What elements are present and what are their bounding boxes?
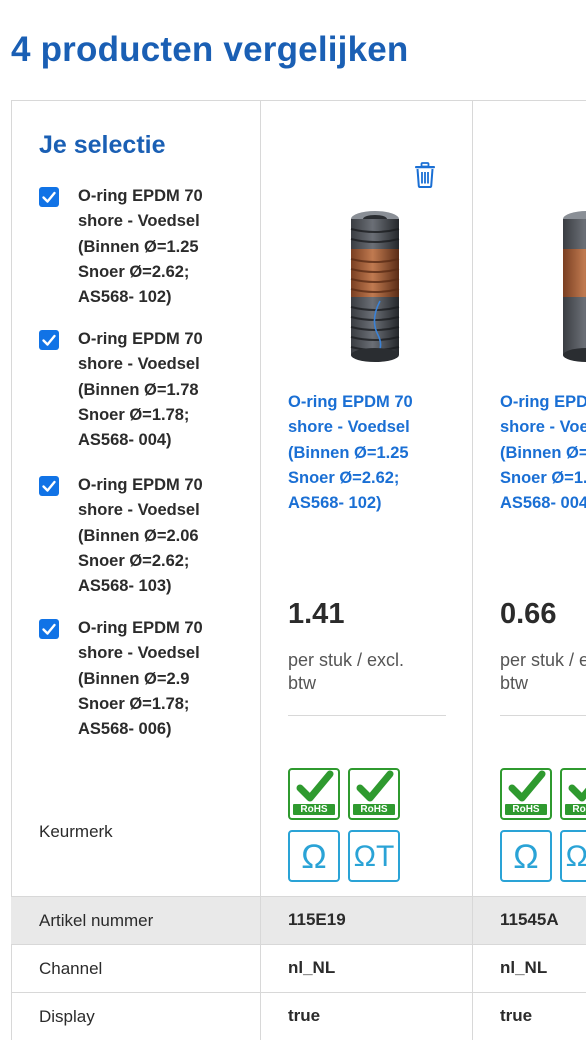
price-unit: per stuk / excl. btw xyxy=(288,650,405,693)
selection-item-label: O-ring EPDM 70 shore - Voedsel (Binnen Ø… xyxy=(78,187,203,307)
product-image[interactable] xyxy=(330,205,420,365)
ohm-ot-icon: ΩT xyxy=(560,830,586,882)
channel-value: nl_NL xyxy=(288,958,336,977)
display-value: true xyxy=(500,1006,533,1025)
selection-item-label: O-ring EPDM 70 shore - Voedsel (Binnen Ø… xyxy=(78,476,203,596)
selection-item-label: O-ring EPDM 70 shore - Voedsel (Binnen Ø… xyxy=(78,330,203,450)
selection-checkbox[interactable] xyxy=(39,619,59,639)
selection-title: Je selectie xyxy=(39,131,166,159)
selection-checkbox[interactable] xyxy=(39,330,59,350)
artikel-nummer-value: 115E19 xyxy=(288,910,346,929)
rohs-icon: RoHS xyxy=(288,768,340,820)
price-unit: per stuk / excl. btw xyxy=(500,650,586,693)
price-divider xyxy=(288,715,446,716)
rohs-icon: RoHS xyxy=(560,768,586,820)
display-value: true xyxy=(288,1006,321,1025)
keurmerk-label: Keurmerk xyxy=(39,822,113,841)
selection-item-label: O-ring EPDM 70 shore - Voedsel (Binnen Ø… xyxy=(78,619,203,739)
channel-value: nl_NL xyxy=(500,958,548,977)
checkmark-icon xyxy=(42,480,56,492)
artikel-nummer-value: 11545A xyxy=(500,910,559,929)
checkmark-icon xyxy=(42,623,56,635)
page-title: 4 producten vergelijken xyxy=(11,30,409,69)
selection-checkbox[interactable] xyxy=(39,187,59,207)
product-name-link[interactable]: O-ring EPDM 70 shore - Voedsel (Binnen Ø… xyxy=(500,390,586,516)
column-divider xyxy=(260,896,261,1040)
ohm-ot-icon: ΩT xyxy=(348,830,400,882)
price-divider xyxy=(500,715,586,716)
rohs-icon: RoHS xyxy=(500,768,552,820)
selection-checkbox[interactable] xyxy=(39,476,59,496)
product-image[interactable] xyxy=(542,205,586,365)
checkmark-icon xyxy=(42,191,56,203)
row-label-display: Display xyxy=(39,1007,95,1026)
product-price: 0.66 xyxy=(500,598,557,630)
product-price: 1.41 xyxy=(288,598,345,630)
checkmark-icon xyxy=(42,334,56,346)
trash-icon[interactable] xyxy=(414,162,436,188)
rohs-icon: RoHS xyxy=(348,768,400,820)
ohm-icon: Ω xyxy=(500,830,552,882)
row-label-channel: Channel xyxy=(39,959,103,978)
product-name-link[interactable]: O-ring EPDM 70 shore - Voedsel (Binnen Ø… xyxy=(288,390,413,516)
row-label-artikel-nummer: Artikel nummer xyxy=(39,911,154,930)
column-divider xyxy=(472,896,473,1040)
ohm-icon: Ω xyxy=(288,830,340,882)
